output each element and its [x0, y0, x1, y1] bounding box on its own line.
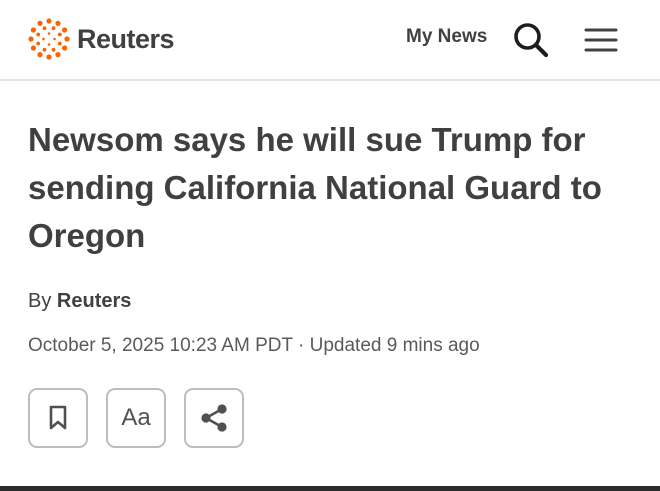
bottom-edge-bar: [0, 486, 660, 491]
reuters-logo[interactable]: Reuters: [27, 17, 175, 61]
search-icon[interactable]: [512, 21, 550, 59]
share-icon: [201, 404, 227, 432]
byline-prefix: By: [28, 290, 57, 312]
site-header: Reuters My News: [0, 0, 660, 81]
bookmark-icon: [49, 405, 67, 430]
logo-text: Reuters: [77, 23, 175, 54]
text-size-label: Aa: [121, 404, 151, 431]
bookmark-button[interactable]: [28, 388, 88, 448]
byline: By Reuters: [28, 290, 131, 313]
article-headline: Newsom says he will sue Trump for sendin…: [28, 121, 602, 254]
share-button[interactable]: [184, 388, 244, 448]
my-news-link[interactable]: My News: [406, 26, 487, 48]
byline-author[interactable]: Reuters: [57, 290, 131, 312]
hamburger-menu-icon[interactable]: [584, 25, 618, 55]
article-actions: Aa: [28, 388, 244, 448]
article-dateline: October 5, 2025 10:23 AM PDT · Updated 9…: [28, 335, 480, 356]
reuters-logo-icon: [28, 18, 70, 60]
text-size-button[interactable]: Aa: [106, 388, 166, 448]
